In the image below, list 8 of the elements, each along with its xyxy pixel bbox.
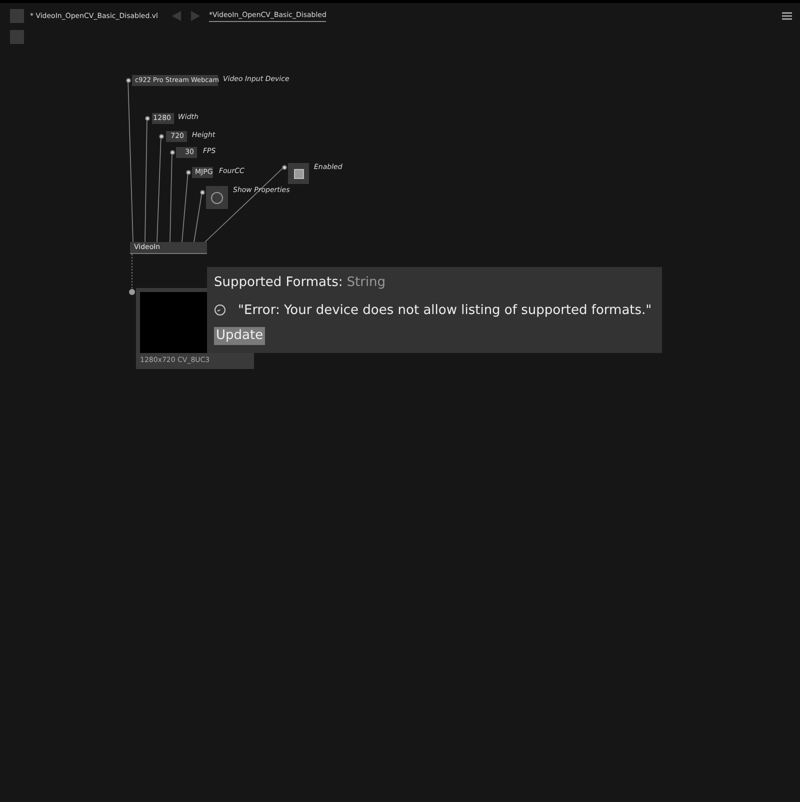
tooltip-type: String xyxy=(346,274,386,292)
clock-icon xyxy=(214,304,226,316)
toggle-checkbox[interactable] xyxy=(288,163,309,184)
tooltip-title: Supported Formats: xyxy=(214,274,343,292)
update-button[interactable]: Update xyxy=(214,327,266,345)
error-message: "Error: Your device does not allow listing of supported formats." xyxy=(238,302,652,320)
menu-icon[interactable] xyxy=(782,12,792,20)
bang-button[interactable] xyxy=(206,186,228,209)
